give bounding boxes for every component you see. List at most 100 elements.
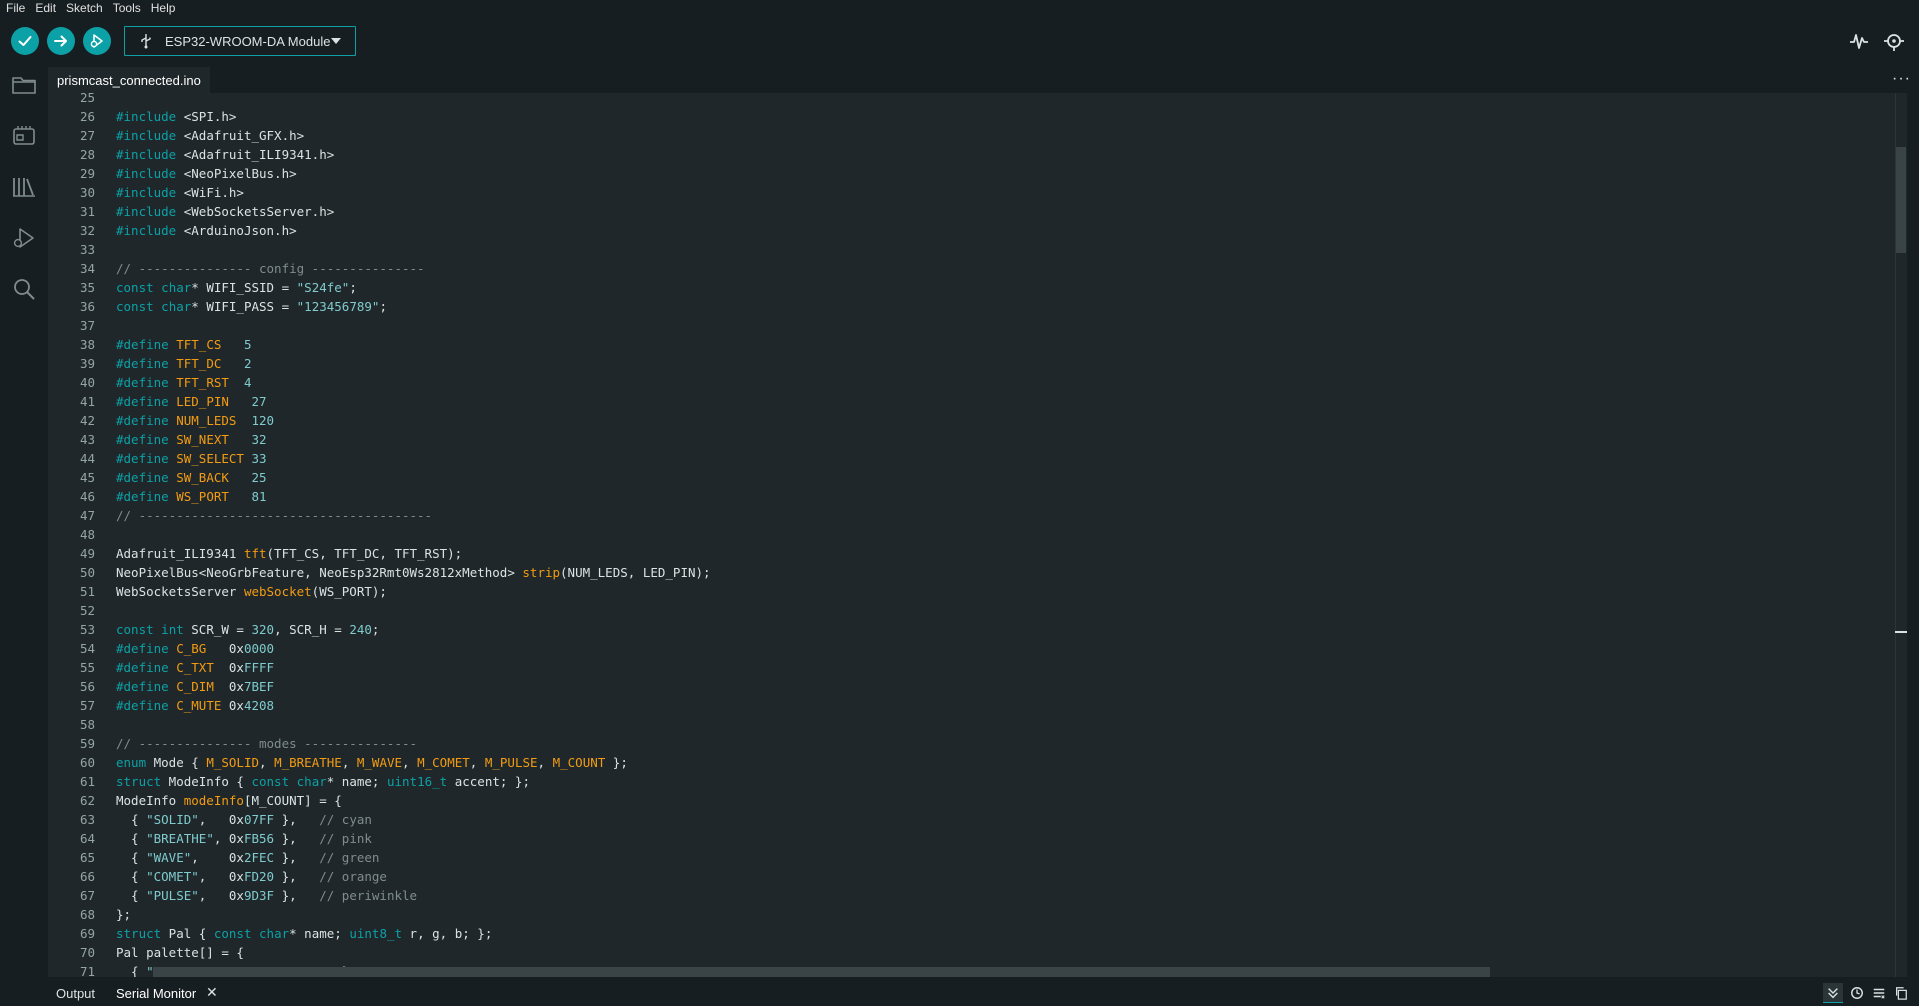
code-line[interactable]: WebSocketsServer webSocket(WS_PORT); [116, 582, 387, 601]
line-number: 46 [79, 489, 95, 504]
menu-tools[interactable]: Tools [113, 0, 141, 16]
line-number: 50 [79, 565, 95, 580]
line-number: 53 [79, 622, 95, 637]
timestamp-button[interactable] [1847, 983, 1867, 1003]
code-line[interactable]: #define C_BG 0x0000 [116, 639, 274, 658]
code-area[interactable]: #include <SPI.h> #include <Adafruit_GFX.h… [116, 93, 1896, 977]
code-line[interactable]: #define SW_BACK 25 [116, 468, 267, 487]
debug-button[interactable] [83, 27, 111, 55]
code-line[interactable]: // --------------- modes --------------- [116, 734, 417, 753]
line-number: 32 [79, 223, 95, 238]
upload-button[interactable] [47, 27, 75, 55]
menu-edit[interactable]: Edit [35, 0, 56, 16]
line-number: 47 [79, 508, 95, 523]
search-icon [14, 279, 35, 300]
clear-output-button[interactable] [1869, 983, 1889, 1003]
board-selector[interactable]: ESP32-WROOM-DA Module [124, 26, 356, 56]
code-line[interactable]: { "WAVE", 0x2FEC }, // green [116, 848, 379, 867]
code-editor[interactable]: 25 26 27 28 29 30 31 32 33 34 35 36 37 38 39 40 41 42 43 44… [48, 93, 1907, 977]
menu-sketch[interactable]: Sketch [66, 0, 103, 16]
code-line[interactable]: #include <WiFi.h> [116, 183, 244, 202]
boards-manager-button[interactable] [10, 122, 38, 150]
plotter-icon [1850, 34, 1868, 49]
menu-file[interactable]: File [6, 0, 25, 16]
code-line[interactable]: struct Pal { const char* name; uint8_t r… [116, 924, 492, 943]
sketchbook-button[interactable] [10, 71, 38, 99]
line-number: 55 [79, 660, 95, 675]
menu-help[interactable]: Help [151, 0, 176, 16]
debug-icon [90, 34, 103, 48]
tab-sketch-file[interactable]: prismcast_connected.ino [48, 67, 210, 93]
code-line[interactable]: #define C_DIM 0x7BEF [116, 677, 274, 696]
line-number: 51 [79, 584, 95, 599]
serial-monitor-button[interactable] [1883, 30, 1905, 52]
code-line[interactable]: #define TFT_CS 5 [116, 335, 251, 354]
code-line[interactable]: #define TFT_RST 4 [116, 373, 252, 392]
code-line[interactable]: // --------------- config --------------… [116, 259, 425, 278]
code-line[interactable]: ModeInfo modeInfo[M_COUNT] = { [116, 791, 342, 810]
code-line[interactable]: struct ModeInfo { const char* name; uint… [116, 772, 530, 791]
code-line[interactable]: #include <NeoPixelBus.h> [116, 164, 297, 183]
scroll-position-marker [1895, 631, 1907, 633]
debug-view-button[interactable] [10, 224, 38, 252]
code-line[interactable]: #include <WebSocketsServer.h> [116, 202, 334, 221]
horizontal-scrollbar-thumb[interactable] [153, 967, 1490, 977]
line-number: 41 [79, 394, 95, 409]
line-number: 28 [79, 147, 95, 162]
vertical-scrollbar[interactable] [1895, 93, 1907, 977]
line-number: 33 [79, 242, 95, 257]
serial-monitor-icon [1884, 34, 1904, 51]
tab-serial-monitor[interactable]: Serial Monitor [116, 986, 196, 1001]
code-line[interactable]: #define TFT_DC 2 [116, 354, 251, 373]
more-icon[interactable]: ··· [1892, 71, 1911, 87]
board-name: ESP32-WROOM-DA Module [165, 33, 331, 49]
code-line[interactable]: #define SW_SELECT 33 [116, 449, 267, 468]
line-number: 64 [79, 831, 95, 846]
code-line[interactable]: #include <Adafruit_GFX.h> [116, 126, 304, 145]
code-line[interactable]: #define C_MUTE 0x4208 [116, 696, 274, 715]
code-line[interactable]: { "BREATHE", 0xFB56 }, // pink [116, 829, 372, 848]
search-button[interactable] [10, 275, 38, 303]
code-line[interactable]: // -------------------------------------… [116, 506, 432, 525]
code-line[interactable]: Adafruit_ILI9341 tft(TFT_CS, TFT_DC, TFT… [116, 544, 462, 563]
line-number: 61 [79, 774, 95, 789]
code-line[interactable]: #include <Adafruit_ILI9341.h> [116, 145, 334, 164]
line-number: 31 [79, 204, 95, 219]
serial-plotter-button[interactable] [1848, 30, 1870, 52]
line-number: 70 [79, 945, 95, 960]
tab-output[interactable]: Output [56, 986, 95, 1001]
library-manager-button[interactable] [10, 173, 38, 201]
code-line[interactable]: const char* WIFI_PASS = "123456789"; [116, 297, 387, 316]
line-number: 38 [79, 337, 95, 352]
verify-button[interactable] [11, 27, 39, 55]
code-line[interactable]: #define NUM_LEDS 120 [116, 411, 274, 430]
close-icon[interactable]: ✕ [206, 985, 218, 1000]
code-line[interactable]: #define SW_NEXT 32 [116, 430, 267, 449]
code-line[interactable]: NeoPixelBus<NeoGrbFeature, NeoEsp32Rmt0W… [116, 563, 711, 582]
line-number: 63 [79, 812, 95, 827]
code-line[interactable]: { "PULSE", 0x9D3F }, // periwinkle [116, 886, 417, 905]
code-line[interactable]: const char* WIFI_SSID = "S24fe"; [116, 278, 357, 297]
code-line[interactable]: #define WS_PORT 81 [116, 487, 267, 506]
arrow-right-icon [54, 35, 67, 47]
code-line[interactable]: #define LED_PIN 27 [116, 392, 267, 411]
code-line[interactable]: enum Mode { M_SOLID, M_BREATHE, M_WAVE, … [116, 753, 628, 772]
code-line[interactable]: #include <SPI.h> [116, 107, 236, 126]
activity-bar [0, 67, 48, 1006]
autoscroll-icon [1828, 987, 1838, 998]
line-number: 35 [79, 280, 95, 295]
code-line[interactable]: { "SOLID", 0x07FF }, // cyan [116, 810, 372, 829]
autoscroll-button[interactable] [1823, 983, 1843, 1003]
code-line[interactable]: #define C_TXT 0xFFFF [116, 658, 274, 677]
code-line[interactable]: Pal palette[] = { [116, 943, 244, 962]
line-number: 68 [79, 907, 95, 922]
code-line[interactable]: { "COMET", 0xFD20 }, // orange [116, 867, 387, 886]
copy-output-button[interactable] [1891, 983, 1911, 1003]
board-icon [13, 126, 35, 145]
copy-icon [1896, 987, 1907, 1000]
code-line[interactable]: const int SCR_W = 320, SCR_H = 240; [116, 620, 379, 639]
code-line[interactable]: #include <ArduinoJson.h> [116, 221, 297, 240]
code-line[interactable]: }; [116, 905, 131, 924]
line-number: 25 [79, 93, 95, 105]
vertical-scrollbar-thumb[interactable] [1896, 147, 1906, 253]
